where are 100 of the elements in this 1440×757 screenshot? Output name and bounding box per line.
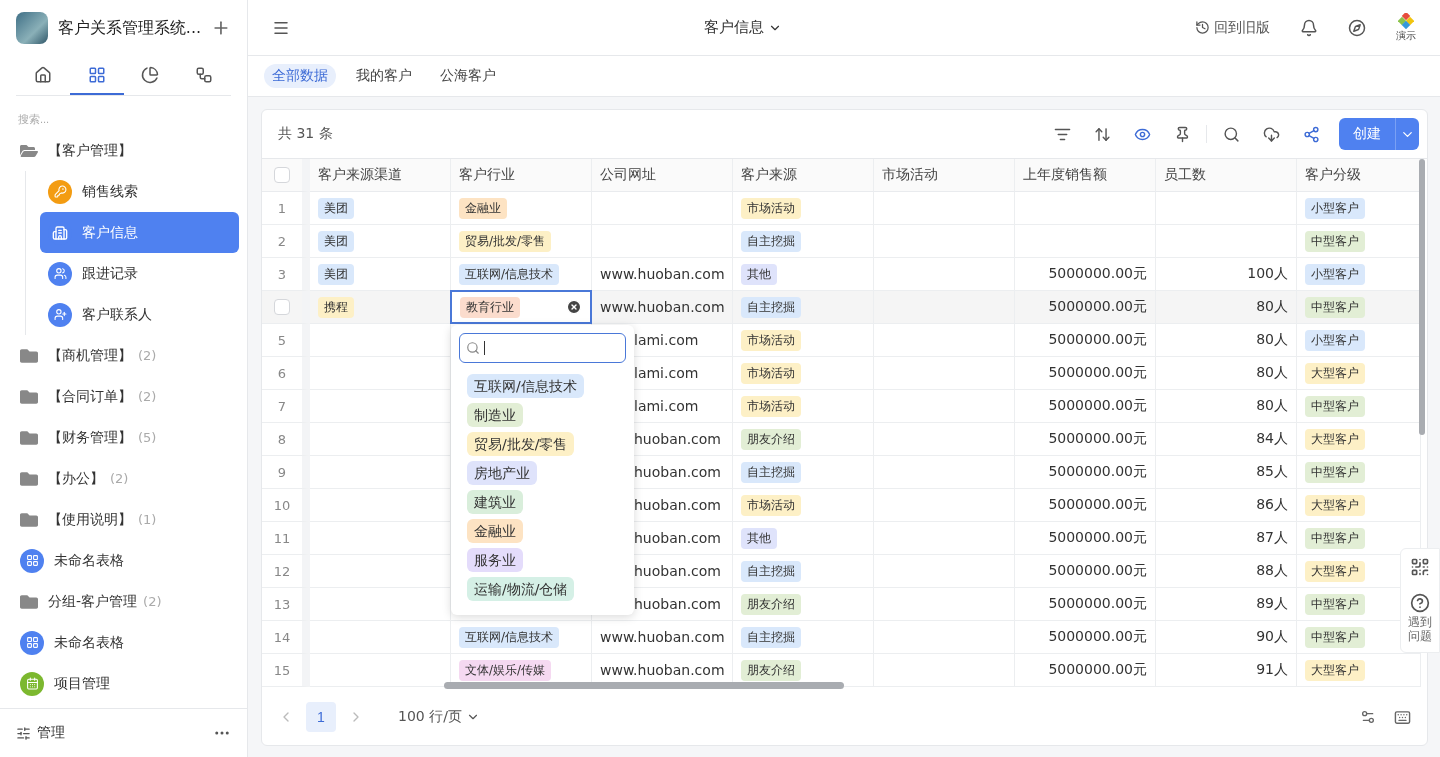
tag: 小型客户 <box>1305 263 1365 285</box>
tag: 中型客户 <box>1305 395 1365 417</box>
qr-code-icon <box>1410 557 1430 577</box>
create-button[interactable]: 创建 <box>1339 118 1395 150</box>
row-checkbox[interactable] <box>274 299 290 315</box>
cell-number: 5000000.00元 <box>1048 430 1147 448</box>
view-title[interactable]: 客户信息 <box>290 17 1195 38</box>
cell-editor[interactable]: 教育行业 <box>450 290 592 324</box>
sidebar-item[interactable]: 未命名表格 <box>16 622 239 663</box>
cell-text: huoban.com <box>634 497 721 513</box>
option-tag[interactable]: 建筑业 <box>467 490 523 514</box>
select-all-checkbox[interactable] <box>274 167 290 183</box>
option-tag[interactable]: 互联网/信息技术 <box>467 374 584 398</box>
sidebar-item[interactable]: 销售线索 <box>40 171 239 212</box>
workflow-icon <box>195 65 214 84</box>
tag: 大型客户 <box>1305 560 1365 582</box>
keyboard-icon[interactable] <box>1394 708 1411 726</box>
tag: 其他 <box>741 527 777 549</box>
item-label: 【合同订单】 <box>48 387 132 406</box>
clear-button[interactable] <box>566 299 582 315</box>
tag: 自主挖掘 <box>741 296 801 318</box>
search-field[interactable]: 搜索... <box>16 112 231 126</box>
page-button[interactable]: 1 <box>306 702 336 732</box>
cell-text: huoban.com <box>634 530 721 546</box>
tag: 市场活动 <box>741 494 801 516</box>
sidebar-item[interactable]: 未命名表格 <box>16 540 239 581</box>
option-tag[interactable]: 服务业 <box>467 548 523 572</box>
sidebar-item[interactable]: 分组-客户管理 (2) <box>16 581 239 622</box>
create-menu-button[interactable] <box>1395 118 1419 150</box>
option-tag[interactable]: 运输/物流/仓储 <box>467 577 575 601</box>
row-number: 15 <box>273 662 291 678</box>
tag: 文体/娱乐/传媒 <box>459 659 552 681</box>
back-old-version-button[interactable]: 回到旧版 <box>1195 18 1270 37</box>
tag: 教育行业 <box>460 296 520 318</box>
tag: 市场活动 <box>741 197 801 219</box>
logo[interactable]: 演示 <box>1396 12 1416 43</box>
compass-icon[interactable] <box>1348 18 1366 37</box>
item-label: 【客户管理】 <box>48 141 132 160</box>
sidebar-item[interactable]: 客户联系人 <box>40 294 239 335</box>
page-size-select[interactable]: 100 行/页 <box>392 707 486 727</box>
tag: 互联网/信息技术 <box>459 263 560 285</box>
cell-number: 5000000.00元 <box>1048 661 1147 679</box>
cell-number: 91人 <box>1256 661 1288 679</box>
grid-icon <box>20 630 44 655</box>
sidebar-item[interactable]: 项目管理 <box>16 663 239 704</box>
option-tag[interactable]: 金融业 <box>467 519 523 543</box>
cell-number: 5000000.00元 <box>1048 331 1147 349</box>
cell-number: 5000000.00元 <box>1048 595 1147 613</box>
option-tag[interactable]: 房地产业 <box>467 461 537 485</box>
sidebar-item[interactable]: 【办公】 (2) <box>16 458 239 499</box>
help-button[interactable]: 遇到问题 <box>1401 585 1439 652</box>
item-count: (2) <box>138 348 157 363</box>
tag: 自主挖掘 <box>741 230 801 252</box>
view-tab[interactable]: 我的客户 <box>348 64 420 88</box>
cell-text: huoban.com <box>634 431 721 447</box>
tag: 朋友介绍 <box>741 428 801 450</box>
option-tag[interactable]: 制造业 <box>467 403 523 427</box>
item-label: 分组-客户管理 <box>48 592 138 611</box>
cell-number: 86人 <box>1256 496 1288 514</box>
calendar-icon <box>20 671 44 696</box>
folder-icon <box>20 346 38 365</box>
row-number: 7 <box>277 398 287 414</box>
cell-number: 84人 <box>1256 430 1288 448</box>
folder-icon <box>20 510 38 529</box>
tag: 其他 <box>741 263 777 285</box>
tag: 小型客户 <box>1305 329 1365 351</box>
cell-number: 5000000.00元 <box>1048 562 1147 580</box>
row-number: 5 <box>277 332 287 348</box>
option-search-field[interactable] <box>459 333 626 363</box>
item-label: 【办公】 <box>48 469 104 488</box>
settings-icon[interactable] <box>1360 708 1376 725</box>
item-label: 跟进记录 <box>82 264 138 283</box>
sidebar-item[interactable]: 客户信息 <box>40 212 239 253</box>
column-header: 客户来源渠道 <box>310 159 451 192</box>
column-header: 市场活动 <box>874 159 1015 192</box>
sidebar-item[interactable]: 【使用说明】 (1) <box>16 499 239 540</box>
help-icon <box>1410 593 1430 613</box>
cell-number: 80人 <box>1256 364 1288 382</box>
row-number: 11 <box>273 530 291 546</box>
cell-number: 5000000.00元 <box>1048 628 1147 646</box>
sidebar-item[interactable]: 【商机管理】 (2) <box>16 335 239 376</box>
sidebar-item[interactable]: 【财务管理】 (5) <box>16 417 239 458</box>
record-count: 共 31 条 <box>278 125 334 143</box>
view-tab[interactable]: 全部数据 <box>264 64 336 88</box>
tag: 中型客户 <box>1305 461 1365 483</box>
item-label: 客户信息 <box>82 223 138 242</box>
bell-icon[interactable] <box>1300 18 1318 37</box>
sidebar-item[interactable]: 【合同订单】 (2) <box>16 376 239 417</box>
sidebar-item[interactable]: 【客户管理】 <box>16 130 239 171</box>
row-number: 8 <box>277 431 287 447</box>
view-tab[interactable]: 公海客户 <box>432 64 504 88</box>
cell-number: 80人 <box>1256 331 1288 349</box>
cell-number: 85人 <box>1256 463 1288 481</box>
sidebar-item[interactable]: 跟进记录 <box>40 253 239 294</box>
cell-text: lami.com <box>634 365 699 381</box>
option-tag[interactable]: 贸易/批发/零售 <box>467 432 575 456</box>
tag: 美团 <box>318 263 354 285</box>
cell-text: huoban.com <box>634 464 721 480</box>
tag: 大型客户 <box>1305 494 1365 516</box>
cell-text: www.huoban.com <box>600 299 725 315</box>
